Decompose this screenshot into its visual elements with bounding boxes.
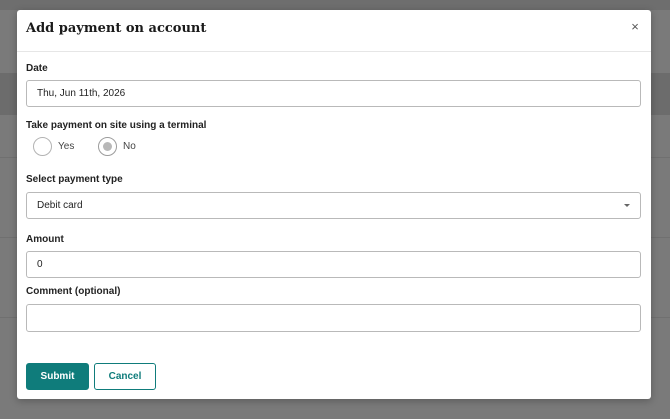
comment-input[interactable] (37, 305, 630, 331)
terminal-label: Take payment on site using a terminal (26, 120, 207, 131)
date-input[interactable] (37, 81, 630, 106)
payment-type-value: Debit card (37, 200, 83, 211)
close-icon[interactable]: × (629, 20, 641, 33)
radio-no-circle[interactable] (98, 137, 117, 156)
comment-label: Comment (optional) (26, 286, 121, 297)
amount-field[interactable] (26, 251, 641, 278)
header-divider (17, 51, 651, 52)
radio-yes-circle[interactable] (33, 137, 52, 156)
chevron-down-icon (624, 204, 630, 207)
radio-no-label: No (123, 141, 136, 152)
modal-title: Add payment on account (26, 21, 207, 36)
radio-yes-label: Yes (58, 141, 75, 152)
amount-label: Amount (26, 234, 64, 245)
radio-selected-dot (103, 142, 112, 151)
comment-field[interactable] (26, 304, 641, 332)
amount-input[interactable] (37, 252, 630, 277)
payment-modal: Add payment on account × Date Take payme… (17, 10, 651, 399)
submit-button[interactable]: Submit (26, 363, 89, 390)
payment-type-label: Select payment type (26, 174, 123, 185)
payment-type-select[interactable]: Debit card (26, 192, 641, 219)
date-field[interactable] (26, 80, 641, 107)
backdrop-header (0, 0, 670, 10)
date-label: Date (26, 63, 48, 74)
cancel-button[interactable]: Cancel (94, 363, 156, 390)
